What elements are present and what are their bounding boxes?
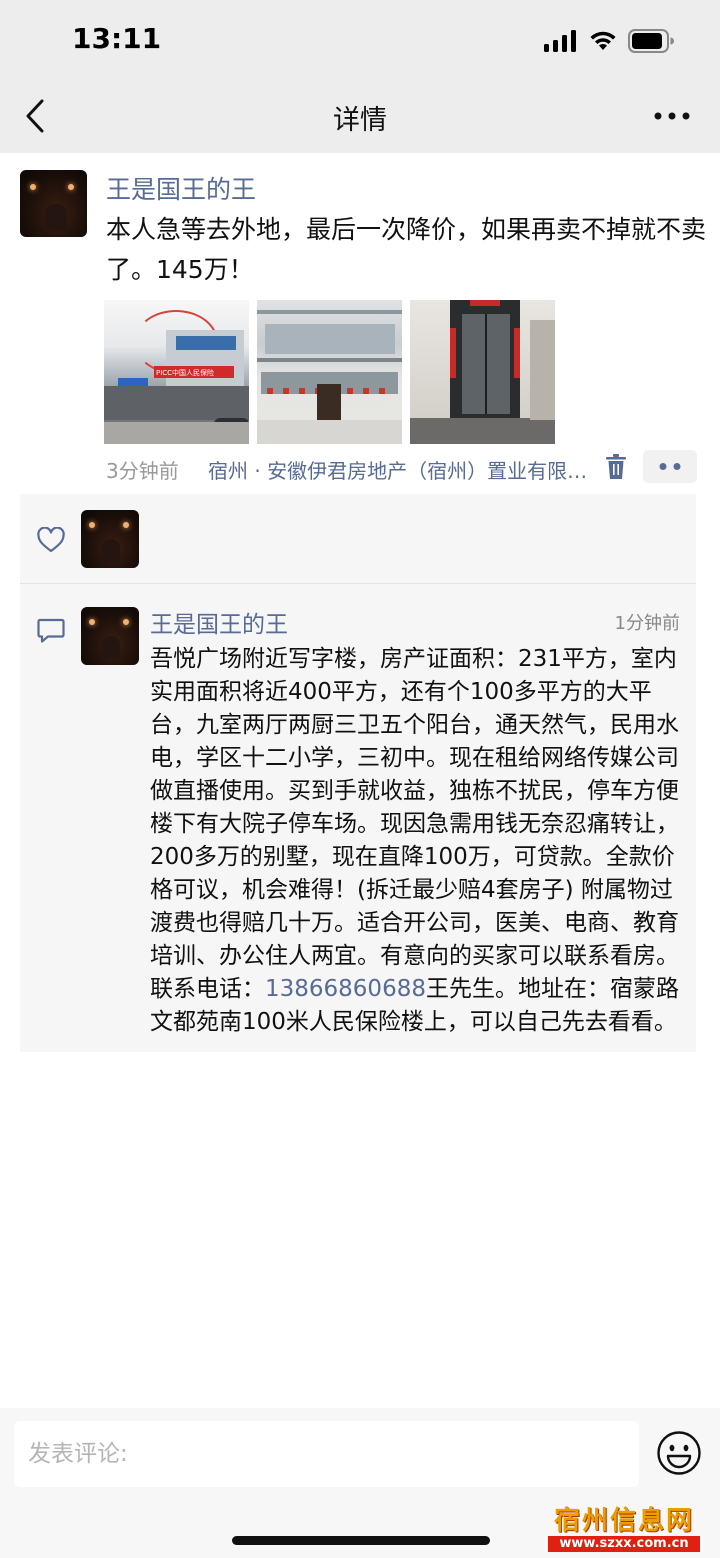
comment-text: 吾悦广场附近写字楼，房产证面积：231平方，室内实用面积将近400平方，还有个1…	[150, 643, 685, 1039]
heart-icon	[37, 527, 65, 553]
watermark-title: 宿州信息网	[553, 1506, 694, 1536]
action-menu-button[interactable]	[643, 450, 697, 483]
comment-text-part-1: 吾悦广场附近写字楼，房产证面积：231平方，室内实用面积将近400平方，还有个1…	[150, 646, 679, 1002]
phone-number-link[interactable]: 13866860688	[265, 976, 426, 1002]
battery-icon	[628, 29, 674, 53]
post-image-2[interactable]	[257, 300, 402, 444]
action-dots-icon	[659, 463, 681, 470]
watermark-url: www.szxx.com.cn	[548, 1536, 700, 1552]
page-title: 详情	[333, 105, 387, 136]
post-timestamp: 3分钟前	[106, 459, 179, 483]
post-location-link[interactable]: 宿州 · 安徽伊君房地产（宿州）置业有限公司	[208, 455, 590, 484]
wifi-icon	[590, 31, 616, 50]
home-indicator	[232, 1536, 490, 1545]
status-time: 13:11	[72, 22, 162, 55]
more-icon[interactable]	[652, 104, 692, 128]
post-text: 本人急等去外地，最后一次降价，如果再卖不掉就不卖了。145万！	[106, 215, 707, 284]
image-sign-text: PICC中国人民保险	[156, 369, 215, 377]
divider	[20, 583, 696, 584]
post-author[interactable]: 王是国王的王	[106, 170, 256, 206]
comment-input[interactable]	[14, 1421, 639, 1487]
watermark: 宿州信息网 www.szxx.com.cn	[548, 1506, 700, 1552]
emoji-icon[interactable]	[656, 1430, 702, 1476]
delete-icon[interactable]	[605, 454, 627, 480]
cellular-signal-icon	[544, 30, 576, 52]
post-image-3[interactable]	[410, 300, 555, 444]
comment-icon	[37, 618, 65, 643]
comment-timestamp: 1分钟前	[614, 613, 680, 634]
comment-author[interactable]: 王是国王的王	[150, 605, 288, 639]
avatar[interactable]	[20, 170, 87, 237]
like-avatar[interactable]	[81, 510, 139, 568]
comment-avatar[interactable]	[81, 607, 139, 665]
post-image-1[interactable]: PICC中国人民保险	[104, 300, 249, 444]
